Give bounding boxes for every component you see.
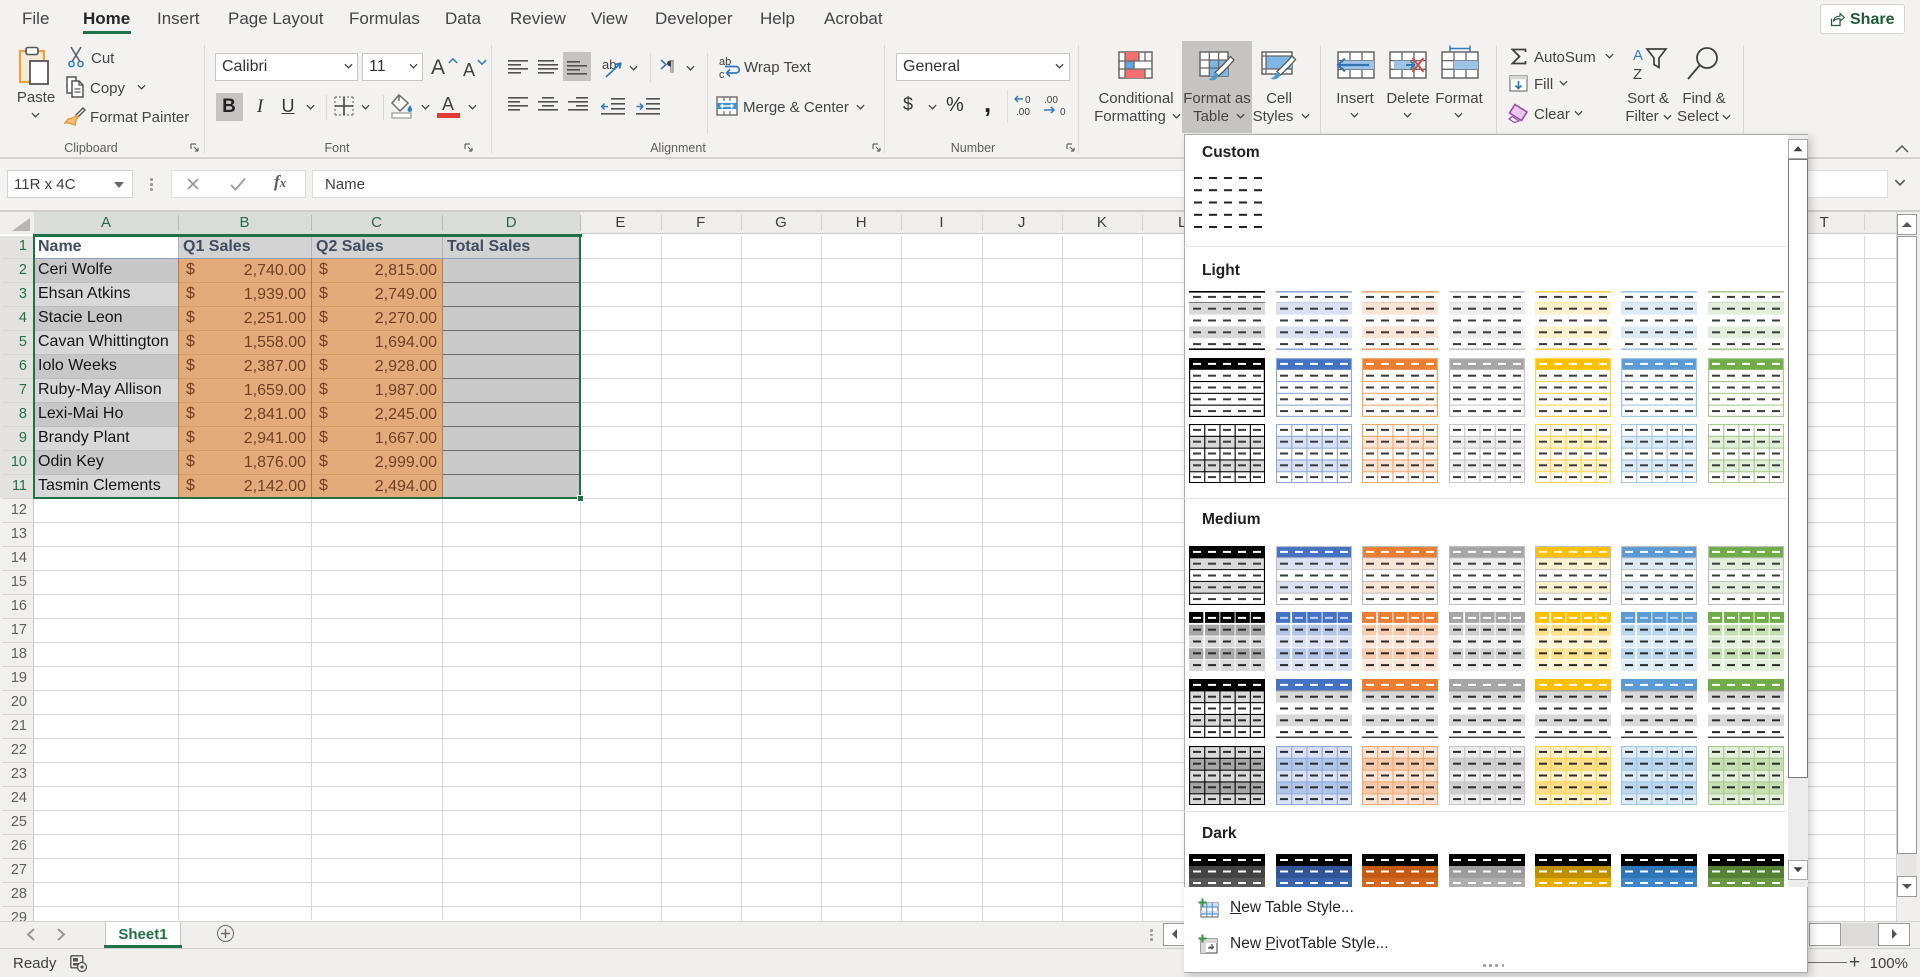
svg-text:¶: ¶ [667, 58, 675, 74]
svg-text:Z: Z [1633, 66, 1642, 83]
svg-text:c: c [719, 69, 725, 80]
svg-text:A: A [1633, 47, 1643, 64]
